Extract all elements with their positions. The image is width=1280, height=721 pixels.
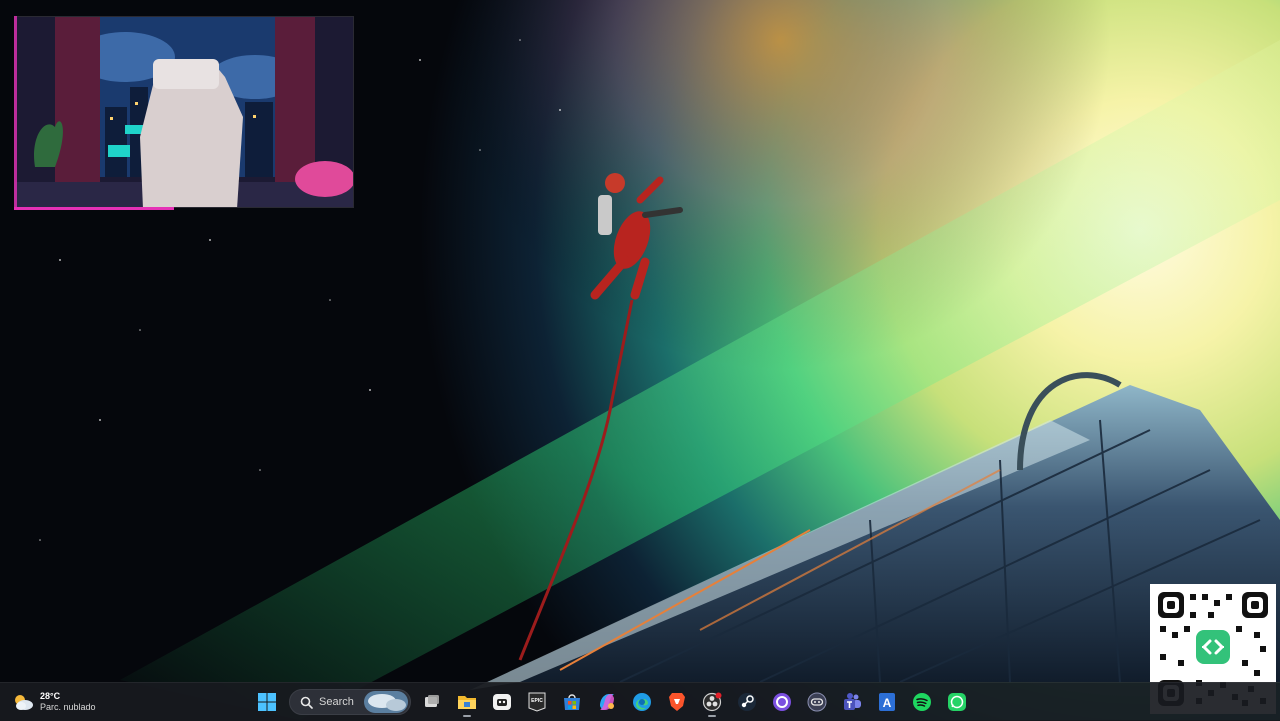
svg-text:A: A bbox=[883, 696, 892, 710]
obs-studio-button[interactable] bbox=[697, 687, 727, 717]
windows-logo-icon bbox=[258, 693, 276, 711]
edge-icon bbox=[633, 693, 651, 711]
svg-text:EPIC: EPIC bbox=[531, 698, 543, 704]
webcam-overlay bbox=[14, 16, 354, 208]
folder-icon bbox=[458, 696, 476, 709]
brave-icon bbox=[669, 693, 685, 711]
text-app-button[interactable]: A bbox=[872, 687, 902, 717]
epic-games-icon: EPIC bbox=[528, 692, 546, 712]
steam-icon bbox=[738, 693, 756, 711]
whatsapp-icon bbox=[948, 693, 966, 711]
game-app-icon bbox=[493, 694, 511, 710]
brave-button[interactable] bbox=[662, 687, 692, 717]
search-highlight-art bbox=[364, 691, 408, 713]
file-explorer-button[interactable] bbox=[452, 687, 482, 717]
whatsapp-button[interactable] bbox=[942, 687, 972, 717]
webcam-accent-bar bbox=[14, 207, 174, 210]
weather-widget[interactable]: 28°C Parc. nublado bbox=[12, 688, 96, 716]
edge-button[interactable] bbox=[627, 687, 657, 717]
task-view-button[interactable] bbox=[417, 687, 447, 717]
start-button[interactable] bbox=[252, 687, 282, 717]
lofi-bedroom-scene bbox=[15, 17, 353, 207]
steam-button[interactable] bbox=[732, 687, 762, 717]
search-label: Search bbox=[319, 696, 354, 708]
taskbar-apps: Search EPIC A bbox=[252, 687, 977, 717]
microsoft-store-button[interactable] bbox=[557, 687, 587, 717]
text-app-icon: A bbox=[879, 693, 895, 711]
copilot-icon bbox=[600, 694, 614, 710]
epic-games-button[interactable]: EPIC bbox=[522, 687, 552, 717]
search-icon bbox=[300, 696, 313, 709]
game-app-button[interactable] bbox=[487, 687, 517, 717]
controller-app-button[interactable] bbox=[802, 687, 832, 717]
teams-icon bbox=[844, 693, 861, 710]
copilot-button[interactable] bbox=[592, 687, 622, 717]
store-icon bbox=[564, 694, 580, 710]
task-view-icon bbox=[425, 695, 439, 707]
taskbar: 28°C Parc. nublado Search EPIC A bbox=[0, 682, 1280, 721]
spotify-icon bbox=[913, 693, 931, 711]
partly-cloudy-icon bbox=[15, 695, 33, 710]
teams-button[interactable] bbox=[837, 687, 867, 717]
weather-temperature: 28°C bbox=[40, 691, 61, 701]
obs-icon bbox=[702, 692, 722, 712]
circle-app-button[interactable] bbox=[767, 687, 797, 717]
search-box[interactable]: Search bbox=[289, 689, 411, 715]
weather-condition: Parc. nublado bbox=[40, 702, 96, 712]
webcam-accent-side bbox=[14, 16, 17, 210]
circle-app-icon bbox=[773, 693, 791, 711]
controller-icon bbox=[807, 692, 827, 712]
spotify-button[interactable] bbox=[907, 687, 937, 717]
notification-badge bbox=[715, 692, 722, 699]
